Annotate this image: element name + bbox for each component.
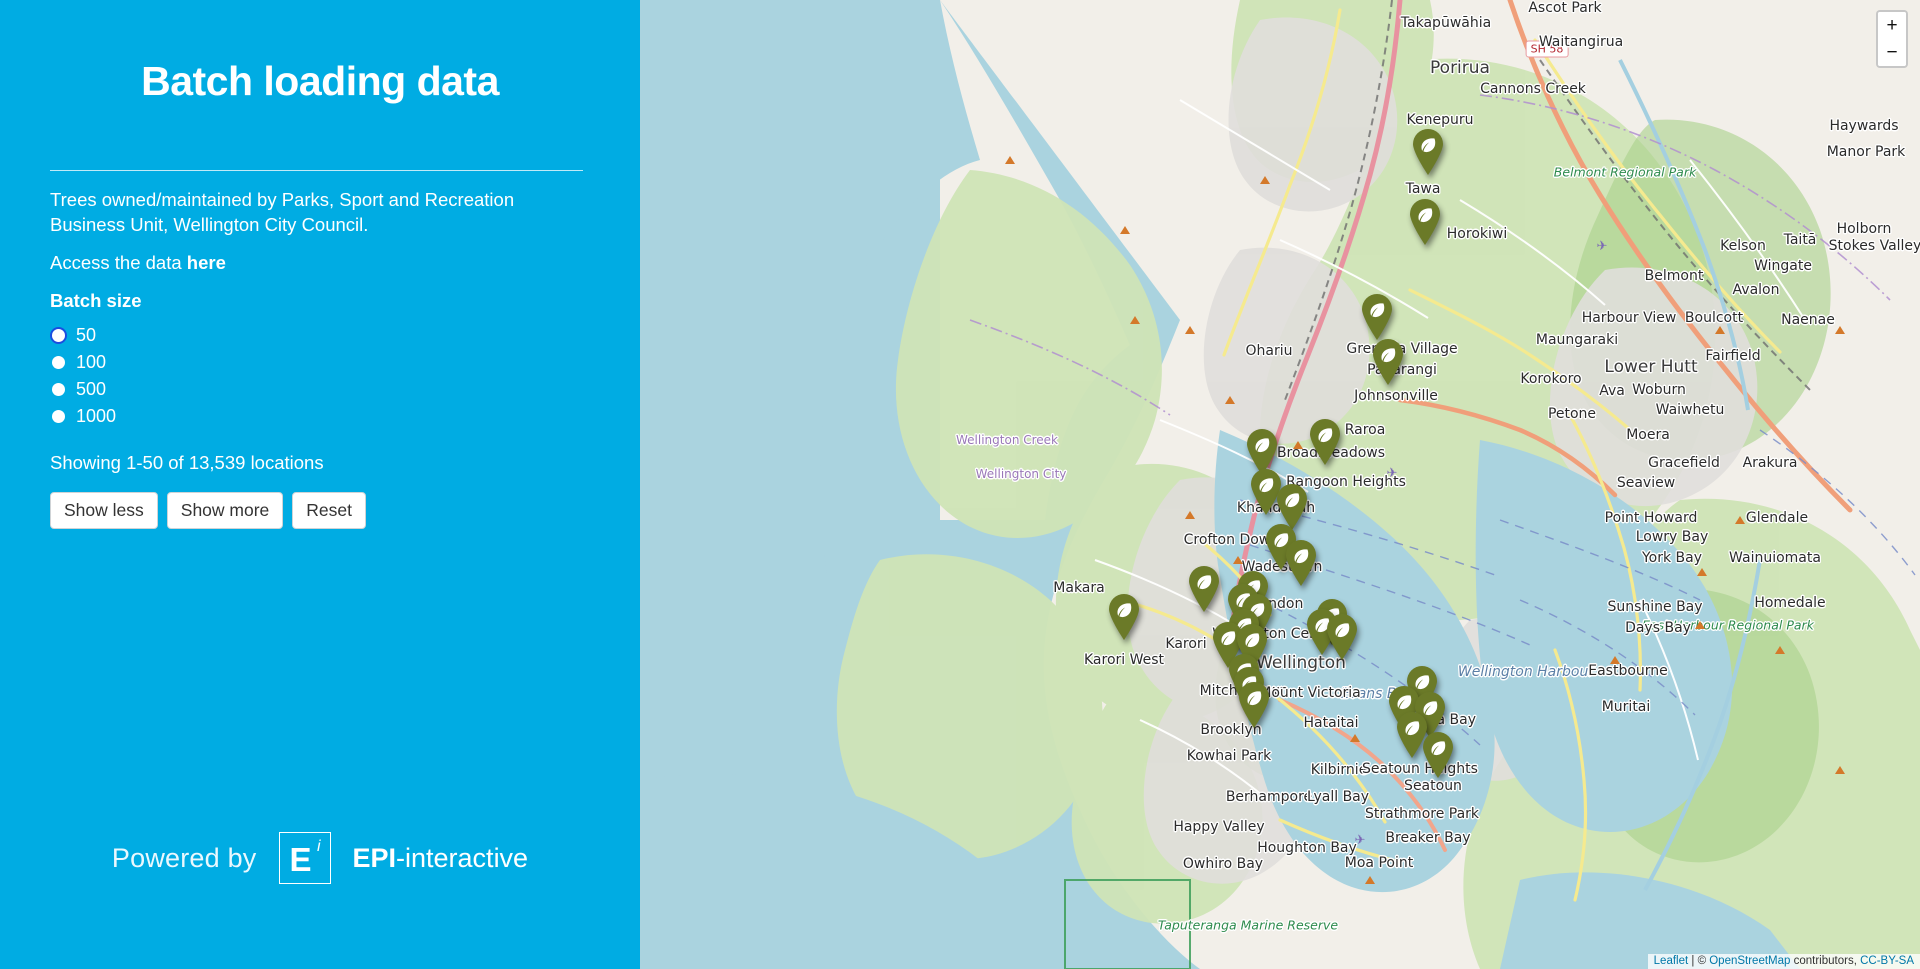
mountain-peak-icon [1715,326,1725,334]
mountain-peak-icon [1233,556,1243,564]
leaflet-map[interactable]: SH 58 Ascot Park Takapūwāhia Waitangirua Po… [640,0,1920,969]
zoom-out-button[interactable]: − [1878,39,1906,66]
sidebar-body: Trees owned/maintained by Parks, Sport a… [50,188,600,530]
divider [50,170,583,171]
airport-icon: ✈ [1386,465,1398,480]
mountain-peak-icon [1005,156,1015,164]
app-root: Batch loading data Trees owned/maintaine… [0,0,1920,969]
mountain-peak-icon [1775,646,1785,654]
zoom-in-button[interactable]: + [1878,12,1906,39]
batch-size-option-label: 100 [76,352,107,373]
mountain-peak-icon [1735,516,1745,524]
mountain-peak-icon [1130,316,1140,324]
show-more-button[interactable]: Show more [166,491,284,530]
reset-button[interactable]: Reset [292,491,366,530]
epi-interactive-wordmark: EPI-interactive [353,843,529,874]
powered-by-logo[interactable]: Powered by E i EPI-interactive [0,832,640,884]
mountain-peak-icon [1260,176,1270,184]
powered-by-text: Powered by [111,842,257,873]
tree-location-marker[interactable] [1371,339,1405,385]
attribution-separator: | © [1688,955,1710,967]
openstreetmap-link[interactable]: OpenStreetMap [1709,955,1790,967]
mountain-peak-icon [1120,226,1130,234]
batch-size-option-label: 50 [76,325,97,346]
airport-icon: ✈ [1596,238,1608,253]
sidebar-panel: Batch loading data Trees owned/maintaine… [0,0,640,969]
access-data-line: Access the data here [50,252,600,274]
page-title: Batch loading data [141,58,499,104]
zoom-control[interactable]: + − [1876,10,1908,68]
batch-size-option-500[interactable]: 500 [50,376,600,403]
road-shield: SH 58 [1525,40,1569,58]
tree-location-marker[interactable] [1360,294,1394,340]
tree-location-marker[interactable] [1411,129,1445,175]
radio-dot-icon[interactable] [52,328,65,342]
show-less-button[interactable]: Show less [50,491,158,530]
tree-location-marker[interactable] [1187,566,1221,612]
attribution-contributors: contributors, [1790,955,1861,967]
radio-dot-icon[interactable] [52,409,65,423]
logo-word-rest: -interactive [396,842,529,873]
license-link[interactable]: CC-BY-SA [1860,955,1914,967]
logo-superscript-i: i [316,838,321,855]
mountain-peak-icon [1695,621,1705,629]
leaflet-link[interactable]: Leaflet [1654,955,1689,967]
batch-size-option-label: 1000 [76,406,117,427]
batch-size-option-50[interactable]: 50 [50,322,600,349]
batch-size-radio-group[interactable]: 50 100 500 1000 [50,322,600,430]
radio-dot-icon[interactable] [52,355,65,369]
mountain-peak-icon [1293,441,1303,449]
logo-letter-e: E [289,840,312,878]
tree-location-marker[interactable] [1308,419,1342,465]
showing-count-text: Showing 1-50 of 13,539 locations [50,451,324,473]
mountain-peak-icon [1835,326,1845,334]
tree-location-marker[interactable] [1107,594,1141,640]
tree-location-marker[interactable] [1284,540,1318,586]
mountain-peak-icon [1610,656,1620,664]
radio-dot-icon[interactable] [52,382,65,396]
mountain-peak-icon [1350,734,1360,742]
access-data-prefix: Access the data [50,251,187,273]
dataset-description: Trees owned/maintained by Parks, Sport a… [50,189,515,235]
tree-location-marker[interactable] [1421,732,1455,778]
airport-icon: ✈ [1354,832,1366,847]
mountain-peak-icon [1225,396,1235,404]
logo-word-bold: EPI [352,842,397,873]
epi-logo-mark-icon: E i [278,832,331,884]
tree-location-marker[interactable] [1237,682,1271,728]
tree-location-marker[interactable] [1408,199,1442,245]
action-button-row: Show less Show more Reset [50,491,600,530]
mountain-peak-icon [1697,568,1707,576]
batch-size-option-1000[interactable]: 1000 [50,403,600,430]
mountain-peak-icon [1185,511,1195,519]
mountain-peak-icon [1185,326,1195,334]
tree-location-marker[interactable] [1325,614,1359,660]
mountain-peak-icon [1835,766,1845,774]
map-attribution: Leaflet | © OpenStreetMap contributors, … [1647,954,1920,969]
batch-size-option-100[interactable]: 100 [50,349,600,376]
batch-size-label: Batch size [50,289,142,311]
batch-size-option-label: 500 [76,379,107,400]
access-data-link[interactable]: here [187,252,226,273]
mountain-peak-icon [1365,876,1375,884]
